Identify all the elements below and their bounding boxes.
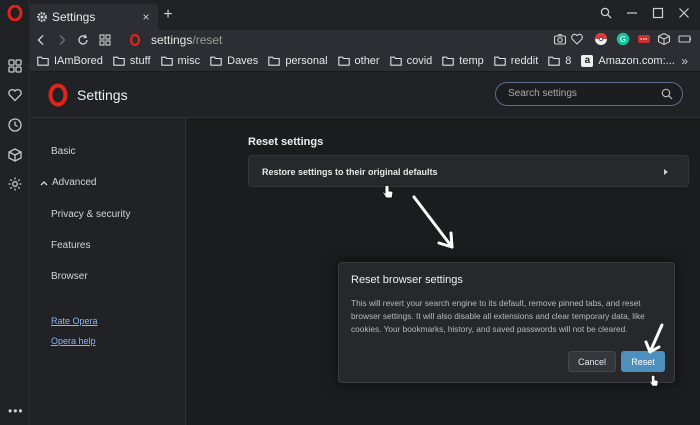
page-title: Settings: [77, 87, 128, 103]
bookmark-label: personal: [285, 54, 328, 67]
search-input[interactable]: Search settings: [495, 82, 683, 106]
opera-logo-icon: [48, 83, 68, 107]
bookmark-label: other: [354, 54, 380, 67]
extension-red-icon[interactable]: [637, 32, 651, 46]
opera-help-link[interactable]: Opera help: [51, 336, 96, 346]
search-icon: [661, 88, 673, 100]
amazon-icon: a: [581, 54, 594, 67]
folder-icon: [389, 56, 402, 66]
opera-url-icon: [129, 33, 141, 47]
bookmark-folder[interactable]: stuff: [113, 55, 151, 67]
nav-features[interactable]: Features: [51, 240, 90, 251]
bookmark-label: Daves: [227, 54, 259, 67]
extensions-cube-icon[interactable]: [657, 32, 671, 46]
bookmark-label: 8: [565, 54, 572, 67]
bookmarks-overflow-icon[interactable]: »: [681, 54, 688, 68]
folder-icon: [37, 56, 49, 66]
annotation-arrow-icon: [412, 195, 454, 249]
bookmark-label: IAmBored: [54, 54, 103, 67]
folder-icon: [268, 56, 281, 66]
address-bar: settings/reset G: [30, 30, 700, 50]
bookmark-label: covid: [406, 54, 433, 67]
settings-gear-icon[interactable]: [7, 176, 23, 192]
folder-icon: [160, 56, 173, 66]
snapshot-camera-icon[interactable]: [553, 32, 567, 46]
minimize-icon[interactable]: [622, 5, 642, 21]
nav-privacy-security[interactable]: Privacy & security: [51, 209, 130, 220]
opera-sidebar: •••: [0, 0, 30, 425]
extensions-cube-icon[interactable]: [7, 147, 23, 163]
dialog-title: Reset browser settings: [351, 274, 463, 286]
bookmark-folder[interactable]: reddit: [494, 54, 539, 67]
dialog-body: This will revert your search engine to i…: [351, 298, 645, 334]
bookmark-label: Amazon.com:...: [598, 54, 675, 67]
section-title: Reset settings: [248, 136, 324, 148]
folder-icon: [210, 56, 222, 66]
nav-advanced[interactable]: Advanced: [39, 177, 96, 188]
bookmark-folder[interactable]: 8: [548, 55, 571, 67]
speed-dial-icon[interactable]: [7, 58, 23, 74]
url-host: settings: [151, 33, 193, 47]
url-path: /reset: [192, 33, 223, 47]
forward-icon[interactable]: [53, 31, 71, 49]
nav-browser[interactable]: Browser: [51, 271, 88, 282]
bookmark-folder[interactable]: personal: [268, 54, 328, 67]
url-field[interactable]: settings/reset: [151, 33, 222, 47]
folder-icon: [494, 56, 506, 66]
bookmark-label: temp: [459, 54, 484, 67]
folder-icon: [548, 56, 561, 66]
bookmark-folder[interactable]: IAmBored: [37, 55, 103, 67]
annotation-arrow-icon: [644, 323, 664, 354]
battery-saver-icon[interactable]: [678, 32, 692, 46]
bookmark-link[interactable]: a Amazon.com:...: [581, 54, 675, 67]
settings-nav: Basic Advanced Privacy & security Featur…: [30, 118, 186, 425]
bookmark-label: misc: [177, 54, 201, 67]
close-window-icon[interactable]: [674, 5, 694, 21]
rate-opera-link[interactable]: Rate Opera: [51, 316, 98, 326]
search-tabs-icon[interactable]: [596, 5, 616, 21]
tab-title: Settings: [52, 10, 96, 24]
bookmark-folder[interactable]: covid: [389, 54, 433, 67]
extension-pokeball-icon[interactable]: [594, 32, 608, 46]
reset-dialog: Reset browser settings This will revert …: [338, 262, 675, 383]
search-placeholder: Search settings: [508, 88, 577, 99]
bookmark-folder[interactable]: temp: [442, 54, 484, 67]
maximize-icon[interactable]: [648, 5, 668, 21]
nav-advanced-label: Advanced: [52, 177, 97, 188]
tab-close-icon[interactable]: ×: [138, 9, 154, 25]
nav-basic[interactable]: Basic: [51, 146, 75, 157]
grammarly-icon[interactable]: G: [616, 32, 630, 46]
restore-defaults-label: Restore settings to their original defau…: [262, 167, 438, 177]
tabs-grid-icon[interactable]: [96, 31, 114, 49]
tab-strip: Settings × +: [30, 0, 700, 30]
bookmark-label: reddit: [510, 54, 539, 67]
tab-settings[interactable]: Settings ×: [30, 4, 158, 30]
bookmark-folder[interactable]: other: [337, 54, 380, 67]
heart-icon[interactable]: [7, 87, 23, 103]
gear-icon: [37, 12, 47, 22]
hand-cursor-icon: [649, 374, 659, 387]
caret-up-icon: [40, 180, 48, 185]
restore-defaults-row[interactable]: Restore settings to their original defau…: [248, 155, 689, 187]
svg-text:G: G: [620, 35, 626, 44]
settings-header: Settings Search settings: [30, 72, 700, 118]
chevron-right-icon: [664, 169, 668, 175]
sidebar-more-icon[interactable]: •••: [8, 404, 24, 418]
opera-menu-icon[interactable]: [7, 5, 23, 21]
bookmark-heart-icon[interactable]: [570, 32, 584, 46]
bookmark-folder[interactable]: Daves: [210, 55, 258, 67]
bookmark-label: stuff: [129, 54, 151, 67]
folder-icon: [113, 56, 125, 66]
bookmarks-bar: IAmBored stuff misc Daves personal other…: [30, 50, 700, 72]
back-icon[interactable]: [32, 31, 50, 49]
hand-cursor-icon: [382, 184, 394, 199]
reload-icon[interactable]: [74, 31, 92, 49]
folder-icon: [442, 56, 455, 66]
bookmark-folder[interactable]: misc: [160, 54, 201, 67]
history-clock-icon[interactable]: [7, 117, 23, 133]
folder-icon: [337, 56, 350, 66]
new-tab-icon[interactable]: +: [160, 6, 176, 24]
cancel-button[interactable]: Cancel: [568, 351, 616, 372]
